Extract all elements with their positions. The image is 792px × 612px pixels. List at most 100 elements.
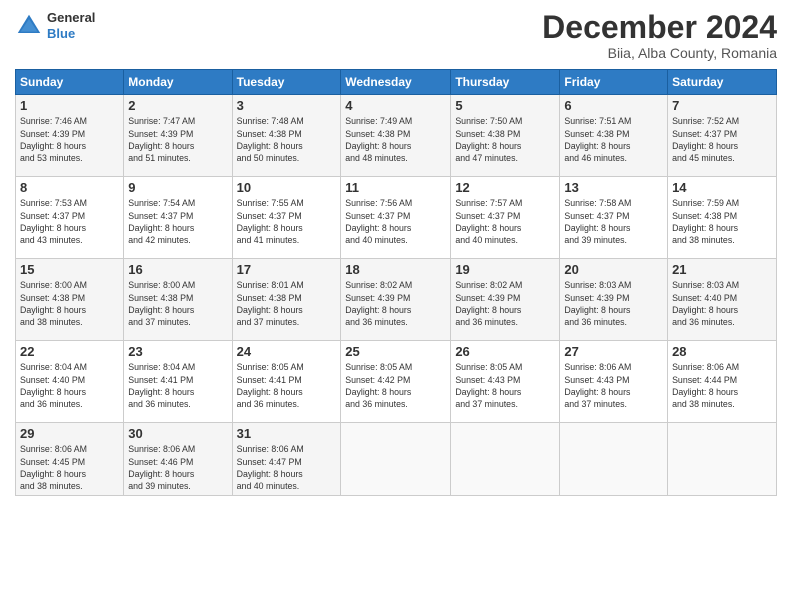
location: Biia, Alba County, Romania <box>542 45 777 61</box>
calendar-cell: 12Sunrise: 7:57 AM Sunset: 4:37 PM Dayli… <box>451 177 560 259</box>
calendar-cell <box>668 423 777 496</box>
day-info: Sunrise: 7:50 AM Sunset: 4:38 PM Dayligh… <box>455 115 555 164</box>
calendar-week-row: 22Sunrise: 8:04 AM Sunset: 4:40 PM Dayli… <box>16 341 777 423</box>
calendar-cell: 25 Sunrise: 8:05 AM Sunset: 4:42 PM Dayli… <box>341 341 451 423</box>
weekday-header: Tuesday <box>232 70 341 95</box>
calendar-cell: 4 Sunrise: 7:49 AM Sunset: 4:38 PM Daylig… <box>341 95 451 177</box>
day-number: 26 <box>455 344 555 359</box>
day-number: 15 <box>20 262 119 277</box>
day-number: 16 <box>128 262 227 277</box>
day-info: Sunrise: 8:04 AM Sunset: 4:41 PM Dayligh… <box>128 361 227 410</box>
day-info: Sunrise: 8:05 AM Sunset: 4:42 PM Dayligh… <box>345 361 446 410</box>
weekday-header: Wednesday <box>341 70 451 95</box>
calendar-cell: 5 Sunrise: 7:50 AM Sunset: 4:38 PM Daylig… <box>451 95 560 177</box>
day-info: Sunrise: 7:55 AM Sunset: 4:37 PM Dayligh… <box>237 197 337 246</box>
logo-text: General Blue <box>47 10 95 41</box>
day-info: Sunrise: 7:59 AM Sunset: 4:38 PM Dayligh… <box>672 197 772 246</box>
day-number: 27 <box>564 344 663 359</box>
calendar-cell: 23 Sunrise: 8:04 AM Sunset: 4:41 PM Dayli… <box>124 341 232 423</box>
day-info: Sunrise: 7:47 AM Sunset: 4:39 PM Dayligh… <box>128 115 227 164</box>
calendar-cell: 6Sunrise: 7:51 AM Sunset: 4:38 PM Daylig… <box>560 95 668 177</box>
day-info: Sunrise: 8:00 AM Sunset: 4:38 PM Dayligh… <box>20 279 119 328</box>
day-info: Sunrise: 8:01 AM Sunset: 4:38 PM Dayligh… <box>237 279 337 328</box>
calendar-week-row: 8 Sunrise: 7:53 AM Sunset: 4:37 PM Daylig… <box>16 177 777 259</box>
day-number: 5 <box>455 98 555 113</box>
calendar-cell <box>451 423 560 496</box>
weekday-header: Thursday <box>451 70 560 95</box>
calendar-week-row: 1 Sunrise: 7:46 AM Sunset: 4:39 PM Daylig… <box>16 95 777 177</box>
day-number: 31 <box>237 426 337 441</box>
day-info: Sunrise: 7:58 AM Sunset: 4:37 PM Dayligh… <box>564 197 663 246</box>
main-container: General Blue December 2024 Biia, Alba Co… <box>0 0 792 612</box>
day-info: Sunrise: 7:46 AM Sunset: 4:39 PM Dayligh… <box>20 115 119 164</box>
day-number: 3 <box>237 98 337 113</box>
day-info: Sunrise: 7:48 AM Sunset: 4:38 PM Dayligh… <box>237 115 337 164</box>
calendar-cell <box>560 423 668 496</box>
day-info: Sunrise: 8:06 AM Sunset: 4:47 PM Dayligh… <box>237 443 337 492</box>
month-title: December 2024 <box>542 10 777 45</box>
day-number: 2 <box>128 98 227 113</box>
calendar-cell: 28 Sunrise: 8:06 AM Sunset: 4:44 PM Dayli… <box>668 341 777 423</box>
header: General Blue December 2024 Biia, Alba Co… <box>15 10 777 61</box>
day-info: Sunrise: 8:06 AM Sunset: 4:43 PM Dayligh… <box>564 361 663 410</box>
calendar-cell: 3 Sunrise: 7:48 AM Sunset: 4:38 PM Daylig… <box>232 95 341 177</box>
weekday-header-row: SundayMondayTuesdayWednesdayThursdayFrid… <box>16 70 777 95</box>
calendar-cell: 13 Sunrise: 7:58 AM Sunset: 4:37 PM Dayli… <box>560 177 668 259</box>
day-info: Sunrise: 7:54 AM Sunset: 4:37 PM Dayligh… <box>128 197 227 246</box>
day-info: Sunrise: 8:00 AM Sunset: 4:38 PM Dayligh… <box>128 279 227 328</box>
calendar-cell: 27 Sunrise: 8:06 AM Sunset: 4:43 PM Dayli… <box>560 341 668 423</box>
day-info: Sunrise: 8:06 AM Sunset: 4:46 PM Dayligh… <box>128 443 227 492</box>
day-info: Sunrise: 8:03 AM Sunset: 4:40 PM Dayligh… <box>672 279 772 328</box>
day-number: 1 <box>20 98 119 113</box>
logo-icon <box>15 12 43 40</box>
day-number: 10 <box>237 180 337 195</box>
calendar-cell: 31 Sunrise: 8:06 AM Sunset: 4:47 PM Dayli… <box>232 423 341 496</box>
calendar-cell: 15 Sunrise: 8:00 AM Sunset: 4:38 PM Dayli… <box>16 259 124 341</box>
day-number: 25 <box>345 344 446 359</box>
day-info: Sunrise: 7:53 AM Sunset: 4:37 PM Dayligh… <box>20 197 119 246</box>
calendar-week-row: 29 Sunrise: 8:06 AM Sunset: 4:45 PM Dayli… <box>16 423 777 496</box>
calendar-cell <box>341 423 451 496</box>
calendar-cell: 21 Sunrise: 8:03 AM Sunset: 4:40 PM Dayli… <box>668 259 777 341</box>
day-number: 13 <box>564 180 663 195</box>
calendar-cell: 17 Sunrise: 8:01 AM Sunset: 4:38 PM Dayli… <box>232 259 341 341</box>
calendar-cell: 19Sunrise: 8:02 AM Sunset: 4:39 PM Dayli… <box>451 259 560 341</box>
logo-blue: Blue <box>47 26 95 42</box>
day-info: Sunrise: 8:06 AM Sunset: 4:44 PM Dayligh… <box>672 361 772 410</box>
day-number: 18 <box>345 262 446 277</box>
weekday-header: Sunday <box>16 70 124 95</box>
calendar-table: SundayMondayTuesdayWednesdayThursdayFrid… <box>15 69 777 496</box>
calendar-cell: 22Sunrise: 8:04 AM Sunset: 4:40 PM Dayli… <box>16 341 124 423</box>
day-info: Sunrise: 7:56 AM Sunset: 4:37 PM Dayligh… <box>345 197 446 246</box>
weekday-header: Friday <box>560 70 668 95</box>
day-number: 9 <box>128 180 227 195</box>
calendar-cell: 16 Sunrise: 8:00 AM Sunset: 4:38 PM Dayli… <box>124 259 232 341</box>
day-number: 23 <box>128 344 227 359</box>
day-number: 29 <box>20 426 119 441</box>
weekday-header: Monday <box>124 70 232 95</box>
day-info: Sunrise: 8:04 AM Sunset: 4:40 PM Dayligh… <box>20 361 119 410</box>
title-block: December 2024 Biia, Alba County, Romania <box>542 10 777 61</box>
calendar-week-row: 15 Sunrise: 8:00 AM Sunset: 4:38 PM Dayli… <box>16 259 777 341</box>
day-number: 4 <box>345 98 446 113</box>
day-number: 7 <box>672 98 772 113</box>
calendar-cell: 26Sunrise: 8:05 AM Sunset: 4:43 PM Dayli… <box>451 341 560 423</box>
calendar-cell: 11 Sunrise: 7:56 AM Sunset: 4:37 PM Dayli… <box>341 177 451 259</box>
day-info: Sunrise: 7:52 AM Sunset: 4:37 PM Dayligh… <box>672 115 772 164</box>
day-number: 21 <box>672 262 772 277</box>
day-info: Sunrise: 7:49 AM Sunset: 4:38 PM Dayligh… <box>345 115 446 164</box>
day-info: Sunrise: 8:02 AM Sunset: 4:39 PM Dayligh… <box>345 279 446 328</box>
calendar-cell: 8 Sunrise: 7:53 AM Sunset: 4:37 PM Daylig… <box>16 177 124 259</box>
calendar-cell: 30Sunrise: 8:06 AM Sunset: 4:46 PM Dayli… <box>124 423 232 496</box>
day-number: 8 <box>20 180 119 195</box>
day-info: Sunrise: 8:03 AM Sunset: 4:39 PM Dayligh… <box>564 279 663 328</box>
day-info: Sunrise: 8:06 AM Sunset: 4:45 PM Dayligh… <box>20 443 119 492</box>
day-number: 17 <box>237 262 337 277</box>
day-number: 11 <box>345 180 446 195</box>
day-number: 28 <box>672 344 772 359</box>
day-info: Sunrise: 7:57 AM Sunset: 4:37 PM Dayligh… <box>455 197 555 246</box>
day-number: 6 <box>564 98 663 113</box>
day-number: 24 <box>237 344 337 359</box>
calendar-cell: 2 Sunrise: 7:47 AM Sunset: 4:39 PM Daylig… <box>124 95 232 177</box>
calendar-cell: 9 Sunrise: 7:54 AM Sunset: 4:37 PM Daylig… <box>124 177 232 259</box>
